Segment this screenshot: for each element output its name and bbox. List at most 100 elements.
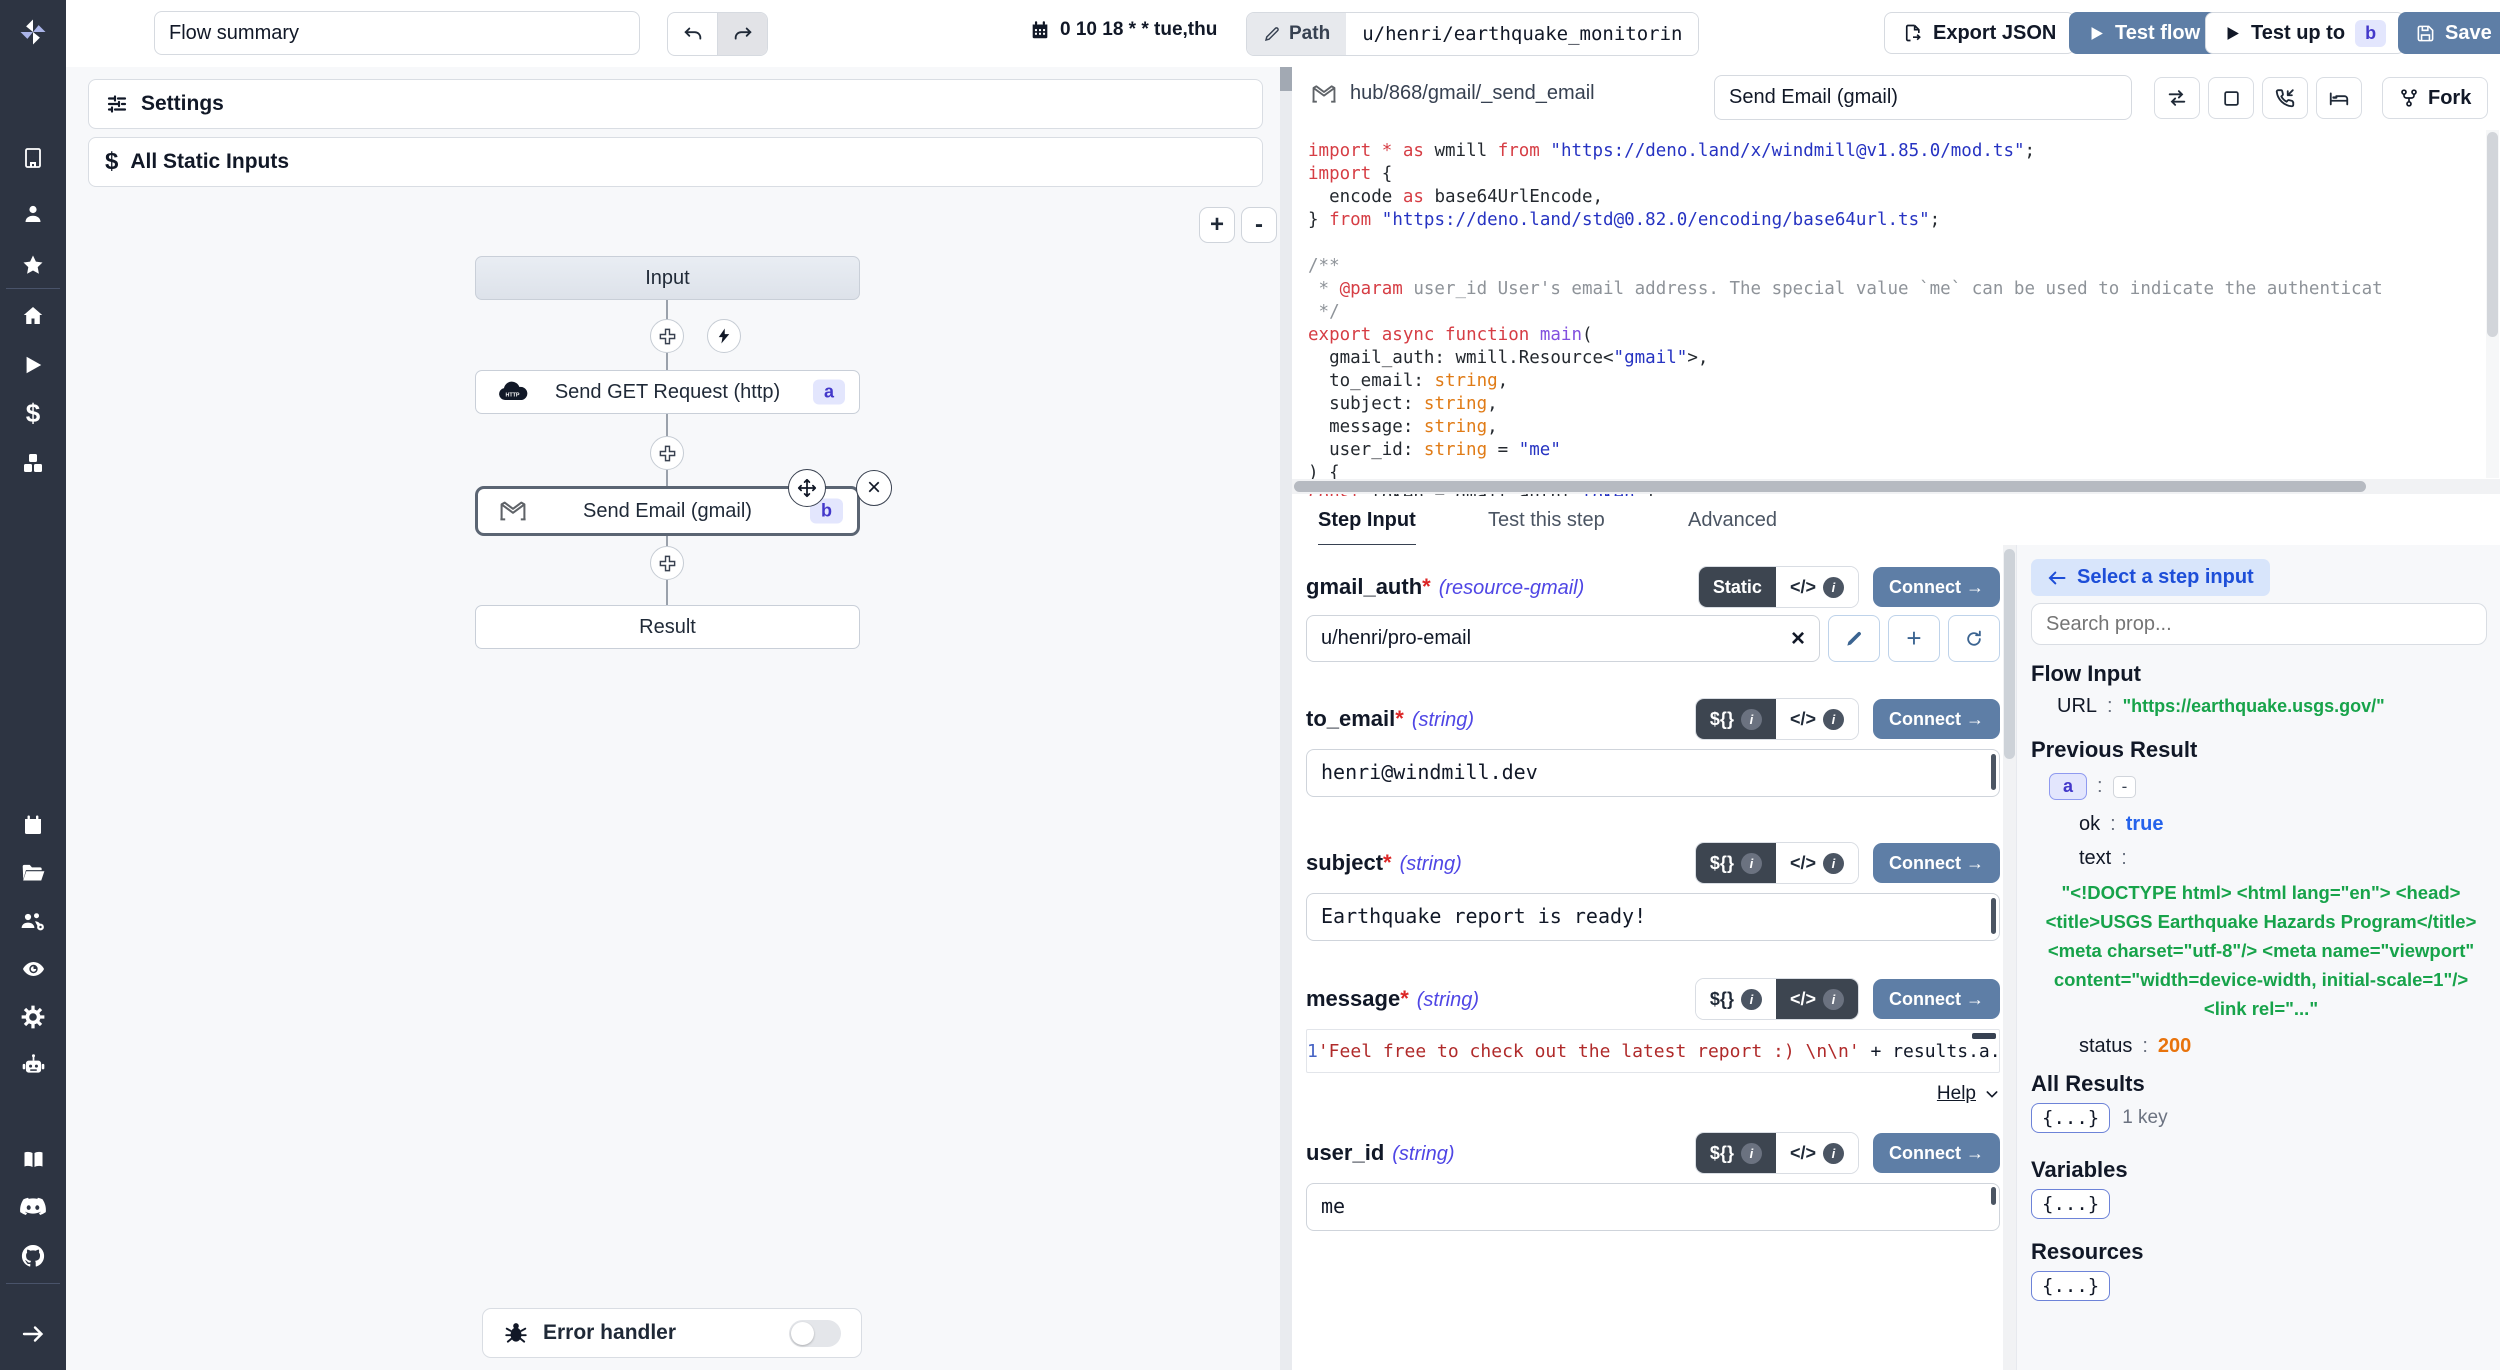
- discord-icon[interactable]: [0, 1191, 66, 1225]
- book-docs-icon[interactable]: [0, 1143, 66, 1177]
- path-pill[interactable]: Path u/henri/earthquake_monitorin: [1246, 12, 1699, 56]
- flow-node-result[interactable]: Result: [475, 605, 860, 649]
- resource-picker-input[interactable]: u/henri/pro-email ×: [1306, 615, 1820, 662]
- user-id-textarea[interactable]: me: [1306, 1183, 2000, 1231]
- gear-settings-icon[interactable]: [0, 1000, 66, 1034]
- flow-node-http-get[interactable]: HTTP Send GET Request (http) a: [475, 370, 860, 414]
- step-a-badge[interactable]: a: [2049, 773, 2087, 800]
- star-icon[interactable]: [0, 248, 66, 282]
- step-title-input[interactable]: [1714, 75, 2132, 120]
- error-handler-toggle[interactable]: [789, 1320, 841, 1347]
- code-vertical-scrollbar[interactable]: [2486, 130, 2499, 478]
- mode-javascript[interactable]: </>i: [1776, 979, 1858, 1019]
- refresh-resource-button[interactable]: [1948, 615, 2000, 662]
- connect-button[interactable]: Connect →: [1873, 1133, 2000, 1173]
- panel-splitter[interactable]: [1280, 67, 1292, 1370]
- path-edit-segment[interactable]: Path: [1247, 13, 1346, 55]
- subject-textarea[interactable]: Earthquake report is ready!: [1306, 893, 2000, 941]
- windmill-logo-icon[interactable]: [0, 15, 66, 49]
- connect-button[interactable]: Connect →: [1873, 699, 2000, 739]
- result-status-row[interactable]: status : 200: [2079, 1035, 2191, 1058]
- pencil-icon: [1844, 629, 1864, 649]
- collapse-button[interactable]: -: [2113, 776, 2137, 798]
- help-link[interactable]: Help: [1937, 1083, 1976, 1105]
- flow-settings-bar[interactable]: Settings: [88, 79, 1263, 129]
- flow-summary-input[interactable]: [154, 11, 640, 55]
- user-icon[interactable]: [0, 197, 66, 231]
- insert-step-button[interactable]: [650, 546, 684, 580]
- code-content: import * as wmill from "https://deno.lan…: [1308, 140, 2383, 496]
- edit-resource-button[interactable]: [1828, 615, 1880, 662]
- expand-editor-button[interactable]: [2208, 77, 2254, 119]
- insert-step-button[interactable]: [650, 319, 684, 353]
- fork-button[interactable]: Fork: [2382, 77, 2488, 119]
- user-group-settings-icon[interactable]: [0, 904, 66, 938]
- connect-button[interactable]: Connect →: [1873, 979, 2000, 1019]
- code-editor[interactable]: import * as wmill from "https://deno.lan…: [1292, 128, 2500, 496]
- test-up-to-button[interactable]: Test up to b: [2205, 12, 2405, 54]
- mode-javascript[interactable]: </>i: [1776, 699, 1858, 739]
- result-text-value[interactable]: "<!DOCTYPE html> <html lang="en"> <head>…: [2041, 878, 2481, 1023]
- all-static-inputs-bar[interactable]: $ All Static Inputs: [88, 137, 1263, 187]
- connect-button[interactable]: Connect →: [1873, 843, 2000, 883]
- building-icon[interactable]: [0, 141, 66, 175]
- mode-javascript[interactable]: </>i: [1776, 567, 1858, 607]
- eye-audit-icon[interactable]: [0, 952, 66, 986]
- flow-input-url-row[interactable]: URL : "https://earthquake.usgs.gov/": [2057, 695, 2385, 718]
- calendar-schedules-icon[interactable]: [0, 808, 66, 842]
- mode-template[interactable]: ${}i: [1696, 979, 1776, 1019]
- add-resource-button[interactable]: +: [1888, 615, 1940, 662]
- trigger-step-button[interactable]: [707, 319, 741, 353]
- play-runs-icon[interactable]: [0, 348, 66, 382]
- mode-javascript[interactable]: </>i: [1776, 1133, 1858, 1173]
- mode-template[interactable]: ${}i: [1696, 1133, 1776, 1173]
- result-text-row[interactable]: text :: [2079, 847, 2127, 870]
- move-node-handle[interactable]: [788, 469, 826, 507]
- select-step-input-button[interactable]: Select a step input: [2031, 559, 2270, 596]
- home-icon[interactable]: [0, 299, 66, 333]
- schedule-display[interactable]: 0 10 18 * * tue,thu: [1029, 19, 1217, 41]
- flow-node-input[interactable]: Input: [475, 256, 860, 300]
- mode-template[interactable]: ${}i: [1696, 699, 1776, 739]
- rest-mode-button[interactable]: [2316, 77, 2362, 119]
- search-prop-input[interactable]: [2031, 603, 2487, 645]
- collapse-arrow-right-icon[interactable]: [0, 1317, 66, 1351]
- zoom-out-button[interactable]: -: [1241, 207, 1277, 243]
- scrollbar-thumb[interactable]: [2487, 132, 2498, 337]
- to-email-textarea[interactable]: henri@windmill.dev: [1306, 749, 2000, 797]
- tab-advanced[interactable]: Advanced: [1688, 496, 1777, 544]
- sync-script-button[interactable]: [2154, 77, 2200, 119]
- robot-workers-icon[interactable]: [0, 1048, 66, 1082]
- insert-step-button[interactable]: [650, 436, 684, 470]
- tab-step-input[interactable]: Step Input: [1318, 496, 1416, 547]
- github-icon[interactable]: [0, 1239, 66, 1273]
- scrollbar-thumb[interactable]: [2004, 549, 2015, 759]
- delete-node-button[interactable]: ×: [856, 470, 892, 506]
- mode-static[interactable]: Static: [1699, 567, 1776, 607]
- tab-test-this-step[interactable]: Test this step: [1488, 496, 1605, 544]
- mode-javascript[interactable]: </>i: [1776, 843, 1858, 883]
- mode-template[interactable]: ${}i: [1696, 843, 1776, 883]
- expand-variables-button[interactable]: {...}: [2031, 1189, 2110, 1219]
- result-ok-row[interactable]: ok : true: [2079, 813, 2163, 836]
- test-flow-button[interactable]: Test flow: [2069, 12, 2219, 54]
- phone-incoming-button[interactable]: [2262, 77, 2308, 119]
- clear-icon[interactable]: ×: [1791, 625, 1805, 653]
- form-scrollbar[interactable]: [2003, 545, 2016, 1370]
- connect-button[interactable]: Connect →: [1873, 567, 2000, 607]
- code-horizontal-scrollbar[interactable]: [1292, 479, 2500, 494]
- message-code-editor[interactable]: 1 'Feel free to check out the latest rep…: [1306, 1029, 2000, 1073]
- expand-all-results-button[interactable]: {...}: [2031, 1103, 2110, 1133]
- dollar-variables-icon[interactable]: $: [0, 396, 66, 430]
- expand-resources-button[interactable]: {...}: [2031, 1271, 2110, 1301]
- zoom-in-button[interactable]: +: [1199, 207, 1235, 243]
- flow-node-gmail-selected[interactable]: Send Email (gmail) b ×: [475, 486, 860, 536]
- undo-button[interactable]: [668, 13, 717, 55]
- export-json-button[interactable]: Export JSON: [1884, 12, 2075, 54]
- redo-button[interactable]: [717, 13, 767, 55]
- cubes-resources-icon[interactable]: [0, 446, 66, 480]
- scrollbar-thumb[interactable]: [1294, 481, 2366, 492]
- info-icon: i: [1823, 1143, 1844, 1164]
- folder-icon[interactable]: [0, 856, 66, 890]
- save-button[interactable]: Save: [2398, 12, 2500, 54]
